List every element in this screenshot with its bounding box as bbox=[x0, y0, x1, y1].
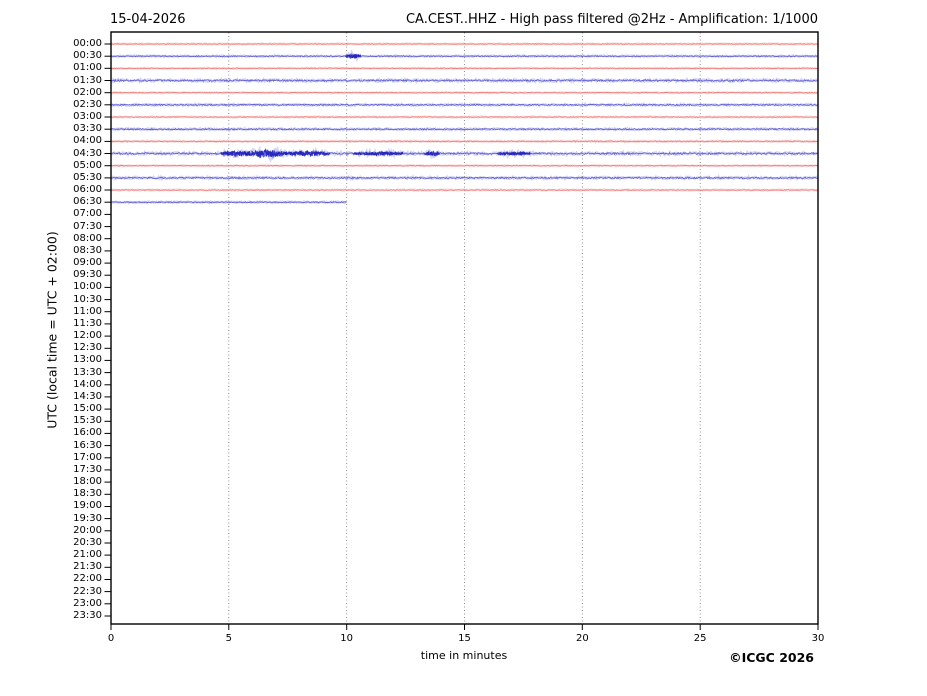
y-tick-label: 03:30 bbox=[40, 123, 102, 135]
y-tick-label: 21:00 bbox=[40, 549, 102, 561]
y-tick-label: 01:30 bbox=[40, 75, 102, 87]
y-tick-label: 06:00 bbox=[40, 184, 102, 196]
y-tick-label: 15:00 bbox=[40, 403, 102, 415]
y-tick-label: 02:00 bbox=[40, 87, 102, 99]
y-tick-label: 00:00 bbox=[40, 38, 102, 50]
y-tick-label: 20:30 bbox=[40, 537, 102, 549]
y-tick-label: 15:30 bbox=[40, 415, 102, 427]
y-tick-label: 17:00 bbox=[40, 452, 102, 464]
y-tick-label: 22:00 bbox=[40, 573, 102, 585]
y-tick-label: 10:00 bbox=[40, 281, 102, 293]
y-tick-label: 20:00 bbox=[40, 525, 102, 537]
y-tick-label: 21:30 bbox=[40, 561, 102, 573]
y-tick-label: 16:30 bbox=[40, 440, 102, 452]
y-tick-label: 06:30 bbox=[40, 196, 102, 208]
y-tick-label: 23:00 bbox=[40, 598, 102, 610]
copyright-label: ©ICGC 2026 bbox=[729, 650, 814, 665]
y-tick-label: 05:00 bbox=[40, 160, 102, 172]
helicorder-plot bbox=[0, 0, 927, 696]
trace-02:00 bbox=[111, 92, 818, 93]
y-tick-label: 13:30 bbox=[40, 367, 102, 379]
y-tick-label: 11:00 bbox=[40, 306, 102, 318]
y-tick-label: 00:30 bbox=[40, 50, 102, 62]
y-tick-label: 17:30 bbox=[40, 464, 102, 476]
y-tick-label: 12:00 bbox=[40, 330, 102, 342]
x-axis-title: time in minutes bbox=[421, 649, 507, 662]
y-tick-label: 23:30 bbox=[40, 610, 102, 622]
y-tick-label: 08:30 bbox=[40, 245, 102, 257]
y-tick-label: 10:30 bbox=[40, 294, 102, 306]
y-tick-label: 01:00 bbox=[40, 62, 102, 74]
y-tick-label: 09:00 bbox=[40, 257, 102, 269]
y-tick-label: 11:30 bbox=[40, 318, 102, 330]
y-tick-label: 04:00 bbox=[40, 135, 102, 147]
x-tick-label: 0 bbox=[91, 633, 131, 645]
y-tick-label: 18:00 bbox=[40, 476, 102, 488]
y-tick-label: 19:00 bbox=[40, 500, 102, 512]
y-tick-label: 14:30 bbox=[40, 391, 102, 403]
y-tick-label: 13:00 bbox=[40, 354, 102, 366]
x-tick-label: 5 bbox=[209, 633, 249, 645]
y-tick-label: 14:00 bbox=[40, 379, 102, 391]
y-tick-label: 07:30 bbox=[40, 221, 102, 233]
trace-05:00 bbox=[111, 165, 818, 166]
y-tick-label: 03:00 bbox=[40, 111, 102, 123]
x-tick-label: 25 bbox=[680, 633, 720, 645]
x-tick-label: 30 bbox=[798, 633, 838, 645]
y-tick-label: 08:00 bbox=[40, 233, 102, 245]
y-tick-label: 05:30 bbox=[40, 172, 102, 184]
y-tick-label: 16:00 bbox=[40, 427, 102, 439]
x-tick-label: 10 bbox=[327, 633, 367, 645]
y-tick-label: 18:30 bbox=[40, 488, 102, 500]
y-tick-label: 02:30 bbox=[40, 99, 102, 111]
y-tick-label: 07:00 bbox=[40, 208, 102, 220]
helicorder-page: 15-04-2026 CA.CEST..HHZ - High pass filt… bbox=[0, 0, 927, 696]
y-tick-label: 09:30 bbox=[40, 269, 102, 281]
y-tick-label: 04:30 bbox=[40, 148, 102, 160]
x-tick-label: 20 bbox=[562, 633, 602, 645]
y-tick-label: 19:30 bbox=[40, 513, 102, 525]
y-tick-label: 22:30 bbox=[40, 586, 102, 598]
y-tick-label: 12:30 bbox=[40, 342, 102, 354]
x-tick-label: 15 bbox=[445, 633, 485, 645]
